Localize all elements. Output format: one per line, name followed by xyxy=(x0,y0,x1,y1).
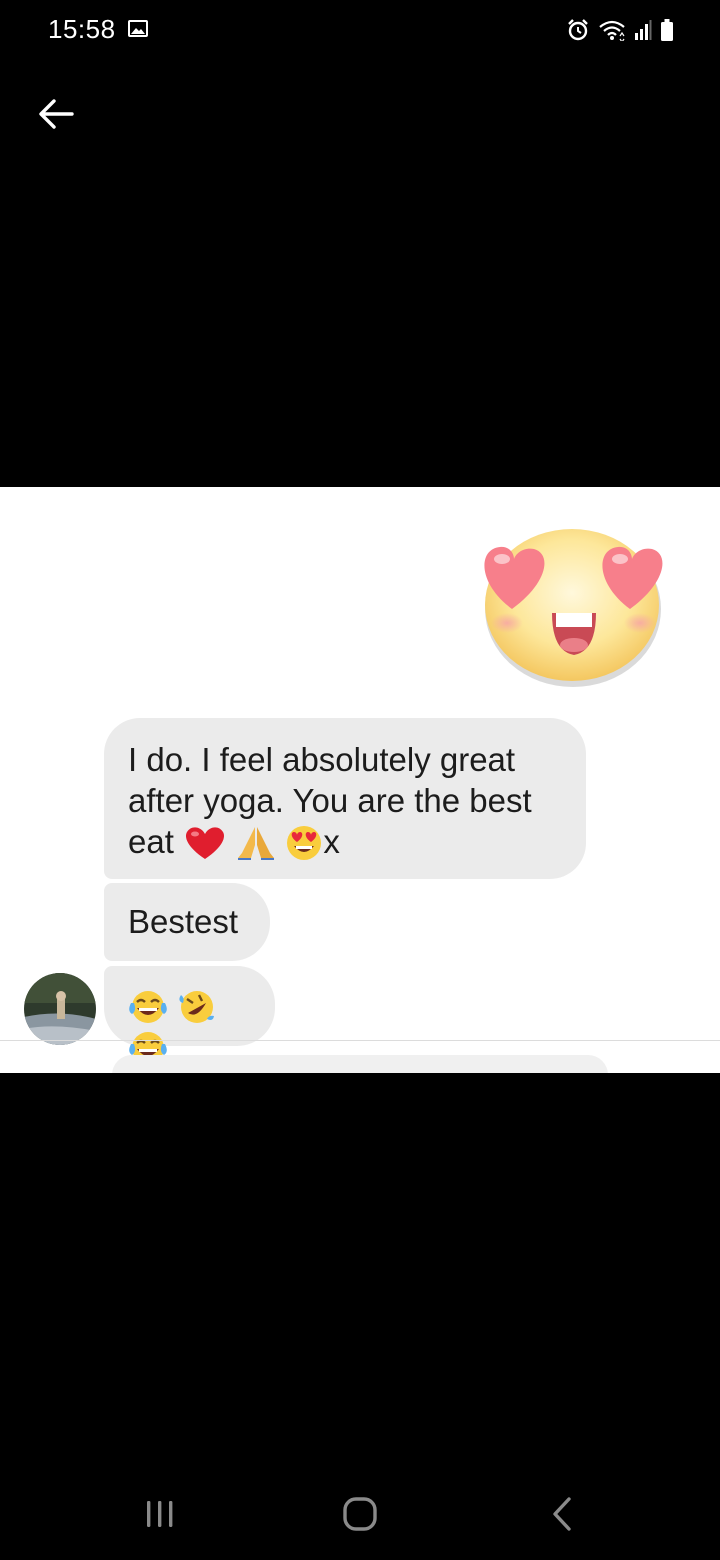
message-line: after yoga. You are the best xyxy=(128,782,532,819)
status-time: 15:58 xyxy=(48,14,116,44)
home-icon xyxy=(343,1497,377,1531)
recents-button[interactable] xyxy=(144,1498,176,1530)
red-heart-emoji xyxy=(186,827,225,859)
tears-of-joy-emoji xyxy=(129,991,167,1023)
gallery-icon xyxy=(128,20,148,37)
message-text: Bestest xyxy=(128,903,239,940)
message-text: eat xyxy=(128,823,174,860)
shared-screenshot: I do. I feel absolutely great after yoga… xyxy=(0,487,720,1073)
divider xyxy=(0,1040,720,1041)
folded-hands-emoji xyxy=(238,827,275,860)
home-button[interactable] xyxy=(342,1496,378,1532)
heart-eyes-sticker xyxy=(484,529,663,687)
wifi-icon xyxy=(599,20,625,41)
navigation-bar xyxy=(0,1470,720,1560)
message-line: eat x xyxy=(128,821,562,862)
recents-icon xyxy=(147,1501,173,1527)
status-icons xyxy=(566,18,674,42)
message-line: I do. I feel absolutely great xyxy=(128,741,516,778)
nav-back-button[interactable] xyxy=(550,1496,574,1532)
contact-avatar xyxy=(24,973,96,1045)
back-button[interactable] xyxy=(36,94,76,134)
rolling-laughing-emoji xyxy=(179,991,215,1023)
battery-icon xyxy=(661,19,673,41)
message-suffix: x xyxy=(323,823,340,860)
message-bubble xyxy=(104,966,275,1064)
alarm-icon xyxy=(568,19,588,41)
arrow-left-icon xyxy=(39,99,74,129)
message-bubble: Bestest xyxy=(104,883,270,961)
back-icon xyxy=(553,1497,571,1531)
message-input-preview xyxy=(112,1055,608,1073)
message-bubble: I do. I feel absolutely great after yoga… xyxy=(104,718,586,879)
signal-icon xyxy=(635,20,652,40)
heart-eyes-emoji xyxy=(287,826,322,860)
status-bar: 15:58 xyxy=(0,0,720,60)
